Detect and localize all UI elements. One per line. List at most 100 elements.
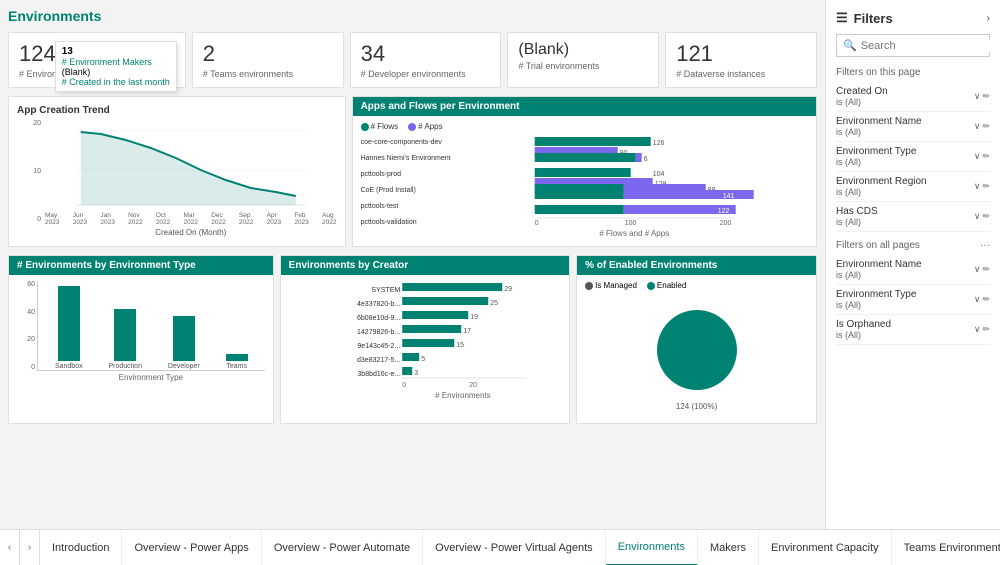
svg-text:9e143c45-2...: 9e143c45-2... [357,343,400,350]
filter-title: ☰ Filters [836,10,893,26]
kpi-dataverse-value: 121 [676,41,806,67]
kpi-trial-label: # Trial environments [518,61,648,71]
svg-text:100: 100 [624,220,636,225]
filters-all-pages-header: Filters on all pages ··· [836,240,990,251]
bottom-row: # Environments by Environment Type 60 40… [8,255,817,424]
filter-chevron-env-name[interactable]: ∨ [974,121,981,132]
svg-text:14279826-b...: 14279826-b... [357,329,400,336]
y-axis-0: 0 [37,216,41,223]
tooltip-line1: 13 [62,46,170,57]
filter-edit-all-env-type[interactable]: ✏ [982,294,990,305]
tab-introduction[interactable]: Introduction [40,530,122,565]
tab-overview-power-apps[interactable]: Overview - Power Apps [122,530,261,565]
kpi-developer-value: 34 [361,41,491,67]
kpi-teams-label: # Teams environments [203,69,333,79]
bar-production: Production [109,309,142,370]
pie-label: 124 (100%) [676,402,717,411]
bar-developer: Developer [168,316,200,370]
env-by-creator-title: Environments by Creator [281,256,569,275]
filter-chevron-env-region[interactable]: ∨ [974,181,981,192]
svg-text:6b08e10d-9...: 6b08e10d-9... [357,315,400,322]
filter-edit-has-cds[interactable]: ✏ [982,211,990,222]
tab-next-btn[interactable]: › [20,530,40,565]
hbar-x-axis-label: # Flows and # Apps [461,229,808,238]
filter-environment-type: Environment Type is (All) ∨ ✏ [836,142,990,172]
env-by-type-title: # Environments by Environment Type [9,256,273,275]
kpi-trial: (Blank) # Trial environments [507,32,659,88]
filter-chevron-all-env-name[interactable]: ∨ [974,264,981,275]
filter-chevron-created-on[interactable]: ∨ [974,91,981,102]
bar-teams: Teams [226,354,248,370]
filter-expand-btn[interactable]: › [987,13,990,24]
filter-header: ☰ Filters › [836,10,990,26]
filter-search-box[interactable]: 🔍 [836,34,990,57]
filter-edit-env-type[interactable]: ✏ [982,151,990,162]
line-chart-svg [45,120,337,210]
enabled-legend-dot [647,282,655,290]
filter-all-env-name: Environment Name is (All) ∨ ✏ [836,255,990,285]
tooltip-line4: # Created in the last month [62,77,170,87]
env-by-creator-card: Environments by Creator SYSTEM 29 4e3378… [280,255,570,424]
svg-text:15: 15 [456,342,464,349]
kpi-dataverse: 121 # Dataverse instances [665,32,817,88]
svg-text:19: 19 [470,314,478,321]
kpi-teams: 2 # Teams environments [192,32,344,88]
filter-edit-is-orphaned[interactable]: ✏ [982,324,990,335]
svg-text:4e337820-b...: 4e337820-b... [357,301,400,308]
app-creation-trend-title: App Creation Trend [17,105,337,116]
kpi-trial-value: (Blank) [518,41,648,59]
tab-bar: ‹ › Introduction Overview - Power Apps O… [0,529,1000,565]
search-icon: 🔍 [843,39,857,52]
filter-created-on: Created On is (All) ∨ ✏ [836,82,990,112]
apps-legend-dot [408,123,416,131]
bar-chart-area: Sandbox Production Developer Teams [37,281,265,371]
y-axis-20: 20 [33,120,41,127]
filter-all-env-type: Environment Type is (All) ∨ ✏ [836,285,990,315]
env-type-x-label: Environment Type [37,373,265,382]
tab-environment-capacity[interactable]: Environment Capacity [759,530,892,565]
x-axis-labels: May2023 Jun2023 Jan2023 Nov2022 Oct2022 … [45,212,337,226]
page-title: Environments [8,8,817,24]
filter-items-all-pages: Environment Name is (All) ∨ ✏ Environmen… [836,255,990,345]
pct-enabled-title: % of Enabled Environments [577,256,816,275]
svg-text:SYSTEM: SYSTEM [371,287,400,294]
filter-edit-all-env-name[interactable]: ✏ [982,264,990,275]
app-creation-trend-card: App Creation Trend 20 10 0 [8,96,346,247]
search-input[interactable] [861,40,1000,52]
kpi-developer: 34 # Developer environments [350,32,502,88]
kpi-environments: 124 # Environments 13 # Environment Make… [8,32,186,88]
y-axis-labels: 60 40 20 0 [17,281,37,371]
kpi-tooltip: 13 # Environment Makers (Blank) # Create… [55,41,177,92]
tab-overview-power-automate[interactable]: Overview - Power Automate [262,530,423,565]
pie-chart-container: 124 (100%) [585,296,808,415]
svg-text:110: 110 [647,156,658,163]
kpi-row: 124 # Environments 13 # Environment Make… [8,32,817,88]
svg-text:122: 122 [717,208,729,215]
tab-prev-btn[interactable]: ‹ [0,530,20,565]
filter-chevron-is-orphaned[interactable]: ∨ [974,324,981,335]
filter-chevron-has-cds[interactable]: ∨ [974,211,981,222]
all-pages-more-btn[interactable]: ··· [980,240,990,251]
filter-chevron-all-env-type[interactable]: ∨ [974,294,981,305]
x-axis-title: Created On (Month) [45,228,337,237]
filter-items-on-page: Created On is (All) ∨ ✏ Environment Name… [836,82,990,232]
filter-chevron-env-type[interactable]: ∨ [974,151,981,162]
apps-flows-legend: # Flows # Apps [361,122,808,131]
tab-makers[interactable]: Makers [698,530,759,565]
tab-teams-environments[interactable]: Teams Environments [892,530,1000,565]
hbar-chart-area: 126 90 110 6 104 128 [461,135,808,229]
filter-environment-name: Environment Name is (All) ∨ ✏ [836,112,990,142]
tab-overview-power-virtual-agents[interactable]: Overview - Power Virtual Agents [423,530,606,565]
tab-environments[interactable]: Environments [606,530,698,565]
svg-text:104: 104 [652,171,664,178]
pie-legend: Is Managed Enabled [585,281,808,290]
svg-text:29: 29 [504,286,512,293]
svg-text:141: 141 [722,193,734,200]
filter-edit-created-on[interactable]: ✏ [982,91,990,102]
env-by-type-card: # Environments by Environment Type 60 40… [8,255,274,424]
filter-edit-env-name[interactable]: ✏ [982,121,990,132]
filter-edit-env-region[interactable]: ✏ [982,181,990,192]
svg-text:d3e83217-5...: d3e83217-5... [357,357,400,364]
filter-environment-region: Environment Region is (All) ∨ ✏ [836,172,990,202]
filter-has-cds: Has CDS is (All) ∨ ✏ [836,202,990,232]
